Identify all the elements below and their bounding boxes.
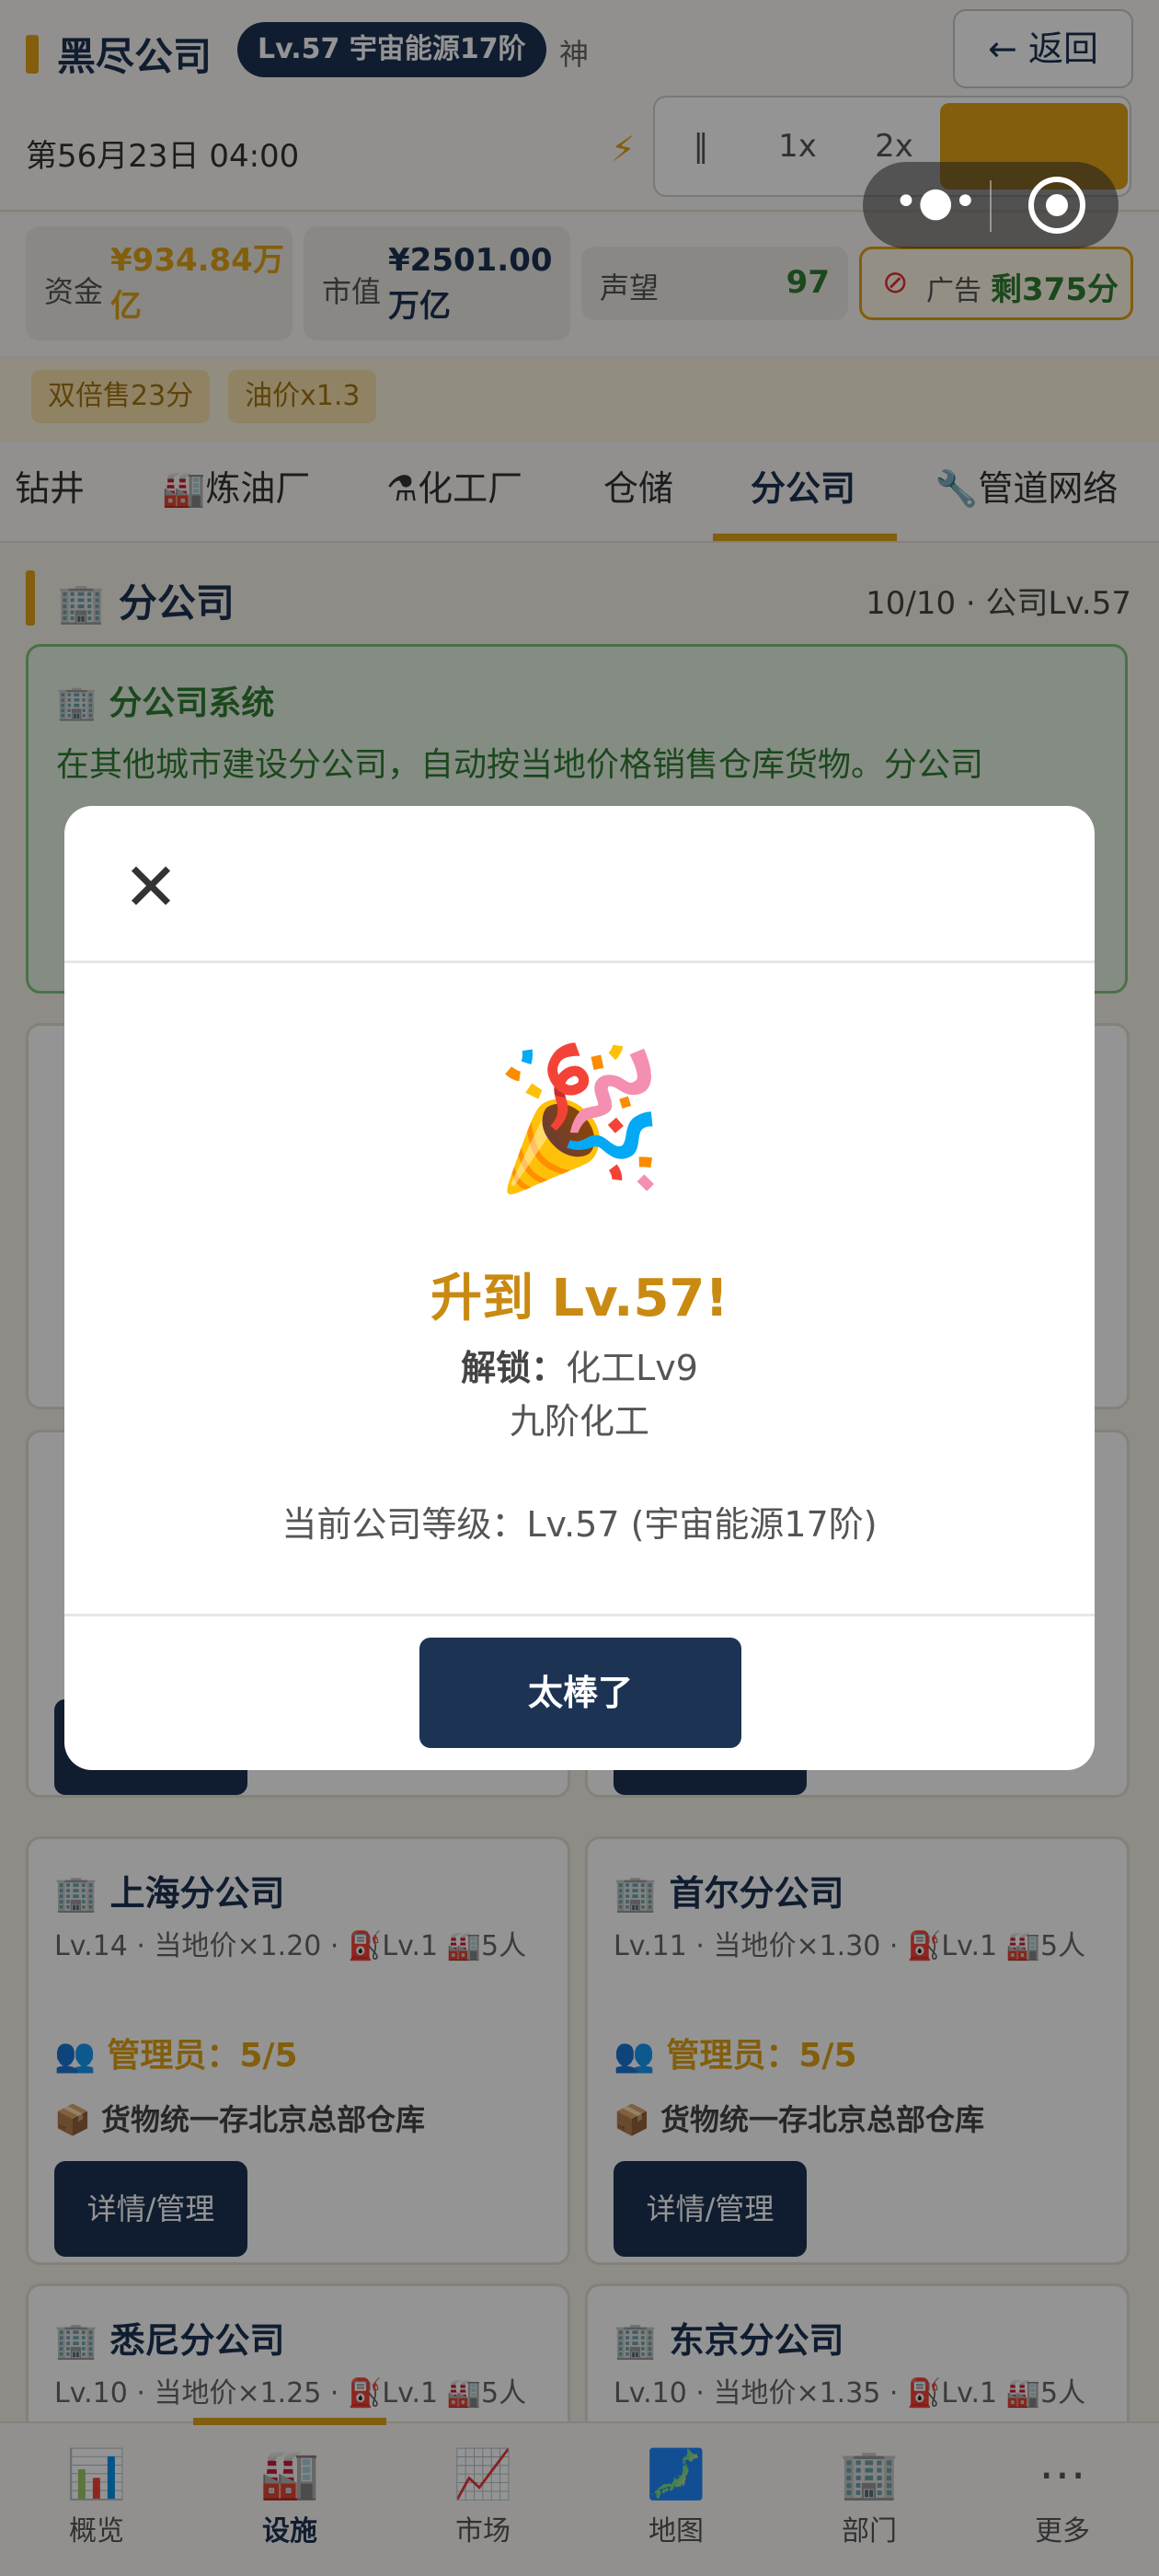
modal-divider [64,960,1095,963]
level-up-title: 升到 Lv.57! [430,1269,729,1328]
unlock-name: 九阶化工 [509,1401,649,1442]
modal-divider [64,1614,1095,1616]
unlock-value: 化工Lv9 [566,1348,698,1388]
unlock-label: 解锁： [461,1348,567,1388]
more-menu-icon[interactable]: •●• [894,182,977,223]
current-level-text: 当前公司等级：Lv.57 (宇宙能源17阶) [281,1504,878,1545]
close-icon[interactable]: ✕ [116,852,186,922]
unlock-line: 解锁：化工Lv9 [64,1340,1095,1390]
capsule-divider [990,180,992,232]
miniprogram-capsule: •●• [863,162,1119,248]
confirm-button[interactable]: 太棒了 [419,1638,741,1748]
close-miniprogram-icon[interactable] [1028,177,1085,234]
level-up-dialog: ✕ 🎉 升到 Lv.57! 解锁：化工Lv9 九阶化工 当前公司等级：Lv.57… [64,806,1095,1770]
party-popper-icon: 🎉 [493,1039,666,1199]
